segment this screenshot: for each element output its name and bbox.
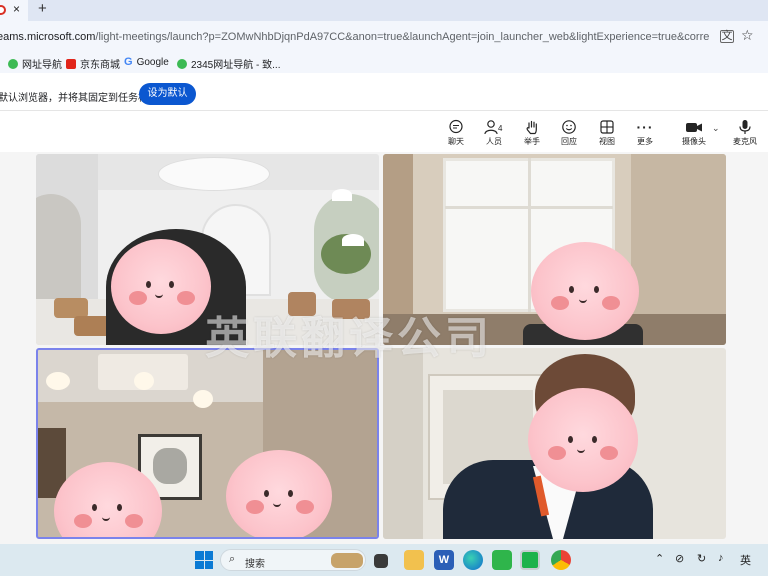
smile-icon <box>554 119 584 137</box>
raise-hand-label: 举手 <box>524 137 540 146</box>
translate-icon[interactable]: 文 <box>720 30 734 43</box>
react-label: 回应 <box>561 137 577 146</box>
new-tab-button[interactable]: + <box>38 0 47 17</box>
bookmark-jd[interactable]: 京东商城 <box>66 56 120 71</box>
search-label: 搜索 <box>245 559 265 570</box>
wall-left <box>383 348 423 539</box>
painting-flowers <box>153 448 187 484</box>
url-path: /light-meetings/launch?p=ZOMwNhbDjqnPdA9… <box>95 31 709 43</box>
bookmark-favicon-icon <box>8 58 18 69</box>
armchair <box>54 298 88 318</box>
more-icon: ··· <box>636 119 654 135</box>
windows-taskbar: ⌕ 搜索 W ⌃ ⊘ ↻ ♪ 英 <box>0 544 768 576</box>
video-tile-active-speaker[interactable] <box>36 348 379 539</box>
video-tile[interactable] <box>383 348 726 539</box>
ceiling-light <box>46 372 70 390</box>
camera-icon <box>679 119 709 137</box>
bookmark-wangzhi[interactable]: 网址导航 <box>8 56 62 71</box>
mic-button[interactable]: 麦克风 <box>730 119 760 147</box>
bookmark-2345[interactable]: 2345网址导航 - 致... <box>177 56 280 71</box>
view-label: 视图 <box>599 137 615 146</box>
close-tab-icon[interactable]: × <box>13 2 20 16</box>
camera-button[interactable]: 摄像头 <box>679 119 709 147</box>
url-text[interactable]: eams.microsoft.com/light-meetings/launch… <box>0 31 709 43</box>
watermark: 英联翻译公司 <box>205 313 493 364</box>
taskbar-search[interactable]: ⌕ 搜索 <box>220 549 366 571</box>
ceiling-light <box>193 390 213 408</box>
camera-label: 摄像头 <box>682 137 706 146</box>
file-explorer-icon[interactable] <box>404 550 424 570</box>
search-highlight-image <box>331 553 363 568</box>
google-icon: G <box>124 56 133 68</box>
chrome-icon[interactable] <box>551 550 571 570</box>
tray-chevron-icon[interactable]: ⌃ <box>655 552 664 565</box>
url-host: eams.microsoft.com <box>0 31 96 43</box>
arch-window <box>36 194 81 314</box>
meeting-toolbar: 聊天 4 人员 举手 回应 视图 ··· 更多 摄像头 ⌄ 麦克风 <box>0 111 768 152</box>
view-button[interactable]: 视图 <box>592 119 622 147</box>
wechat-icon[interactable] <box>492 550 512 570</box>
bookmark-google[interactable]: G Google <box>124 56 169 68</box>
more-label: 更多 <box>637 137 653 146</box>
address-bar[interactable]: eams.microsoft.com/light-meetings/launch… <box>0 21 768 53</box>
chat-icon <box>441 119 471 137</box>
people-icon: 4 <box>479 119 509 137</box>
ime-indicator[interactable]: 英 <box>740 552 751 568</box>
bookmarks-bar: 网址导航 京东商城 G Google 2345网址导航 - 致... <box>0 53 768 73</box>
tab-teams[interactable]: × <box>0 0 28 21</box>
hand-icon <box>517 119 547 137</box>
edge-icon[interactable] <box>463 550 483 570</box>
jd-icon <box>66 58 76 69</box>
camera-options-chevron-icon[interactable]: ⌄ <box>712 123 720 134</box>
set-default-button[interactable]: 设为默认 <box>139 83 196 105</box>
bookmark-label: 网址导航 <box>22 60 62 71</box>
mic-icon <box>730 119 760 137</box>
mic-label: 麦克风 <box>733 137 757 146</box>
network-icon[interactable]: ⊘ <box>675 552 684 565</box>
bookmark-label: 2345网址导航 - 致... <box>191 60 281 71</box>
windows-start-icon[interactable] <box>195 551 213 569</box>
chat-label: 聊天 <box>448 137 464 146</box>
face-sticker <box>226 450 332 537</box>
tab-strip: × + <box>0 0 768 21</box>
bookmark-label: 京东商城 <box>80 60 120 71</box>
bookmark-favicon-icon <box>177 58 187 69</box>
chat-button[interactable]: 聊天 <box>441 119 471 147</box>
default-browser-infobar: 默认浏览器，并将其固定到任务栏 设为默认 <box>0 73 768 111</box>
bookmark-star-icon[interactable]: ☆ <box>741 27 754 44</box>
pendant-lamp <box>332 189 352 201</box>
face-sticker <box>531 242 639 340</box>
people-count: 4 <box>498 124 503 133</box>
people-label: 人员 <box>486 137 502 146</box>
microphone-tray-icon[interactable]: ♪ <box>718 552 724 564</box>
search-icon: ⌕ <box>229 553 236 565</box>
ceiling-light <box>158 157 270 191</box>
face-sticker <box>528 388 638 492</box>
more-button[interactable]: ··· 更多 <box>630 119 660 147</box>
ceiling-light <box>134 372 154 390</box>
infobar-text: 默认浏览器，并将其固定到任务栏 <box>0 93 148 104</box>
bookmark-label: Google <box>136 56 169 68</box>
record-favicon-icon <box>0 5 6 15</box>
pendant-lamp <box>342 234 364 246</box>
grid-icon <box>592 119 622 137</box>
people-button[interactable]: 4 人员 <box>479 119 509 147</box>
sync-icon[interactable]: ↻ <box>697 552 706 565</box>
raise-hand-button[interactable]: 举手 <box>517 119 547 147</box>
task-view-icon[interactable] <box>374 554 388 568</box>
wechat-active-icon[interactable] <box>520 550 540 570</box>
face-sticker <box>111 239 211 334</box>
react-button[interactable]: 回应 <box>554 119 584 147</box>
word-icon[interactable]: W <box>434 550 454 570</box>
